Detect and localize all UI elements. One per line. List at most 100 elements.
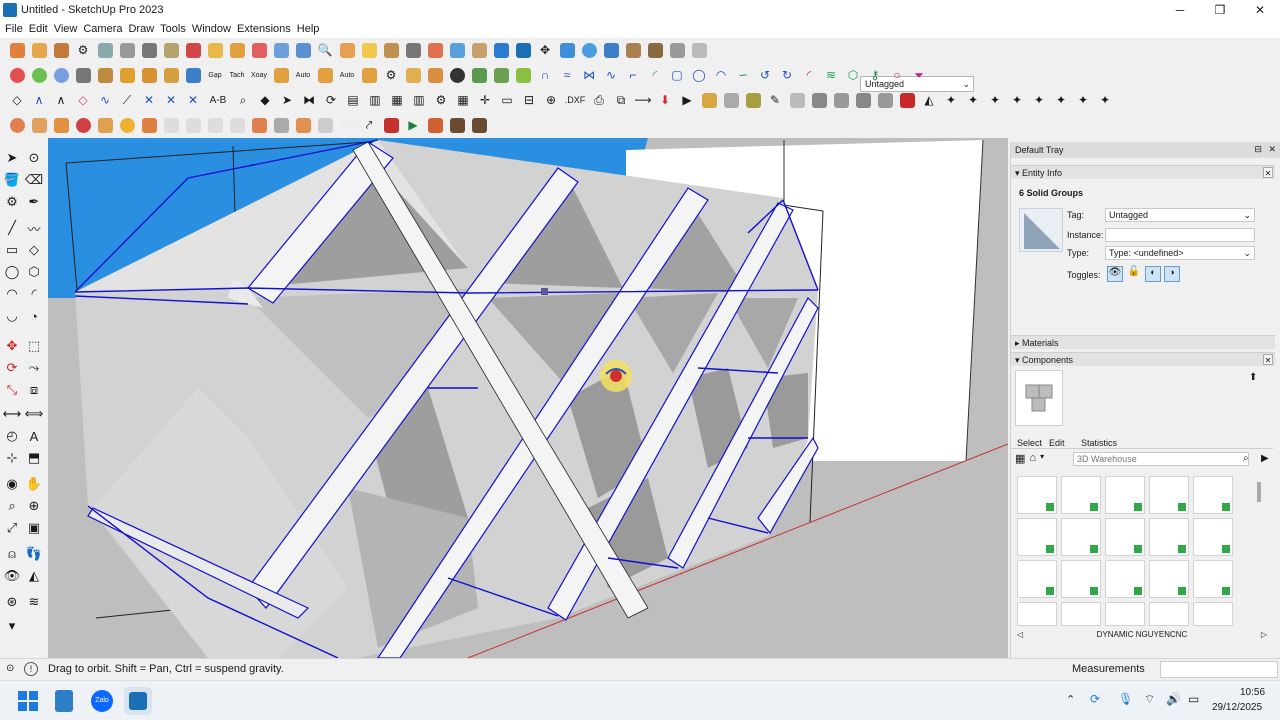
lock-toggle-icon[interactable]: 🔓 — [1126, 266, 1142, 282]
zigzag-icon[interactable]: ≈ — [557, 65, 577, 85]
auto-tool-icon[interactable]: Auto — [293, 65, 313, 85]
circle-left-icon[interactable]: ◯ — [2, 262, 22, 282]
target-icon[interactable]: ⊕ — [541, 90, 561, 110]
arc-left-icon[interactable]: ◠ — [2, 284, 22, 304]
ring-icon[interactable] — [7, 65, 27, 85]
slab-icon[interactable] — [425, 115, 445, 135]
zalo-icon[interactable]: Zalo — [88, 687, 116, 715]
orbit-left-icon[interactable]: ◉ — [2, 474, 22, 494]
box-gray-icon[interactable] — [721, 90, 741, 110]
cog-icon[interactable]: ⚙ — [431, 90, 451, 110]
arc-2-left-icon[interactable]: ◜ — [24, 284, 44, 304]
sphere-icon[interactable] — [579, 40, 599, 60]
component-thumbnail[interactable] — [1061, 560, 1101, 598]
box-olive-icon[interactable] — [743, 90, 763, 110]
cross-3-icon[interactable]: ✕ — [183, 90, 203, 110]
freehand-icon[interactable]: 〰 — [24, 218, 44, 238]
loop-2-icon[interactable]: ↻ — [777, 65, 797, 85]
mirror-icon[interactable]: ◭ — [919, 90, 939, 110]
volume-icon[interactable]: 🔊 — [1166, 692, 1181, 706]
section-plane-icon[interactable]: ⬒ — [24, 448, 44, 468]
calculator-icon[interactable] — [50, 687, 78, 715]
follow-me-icon[interactable]: ⤳ — [24, 358, 44, 378]
curve-icon[interactable]: ∩ — [535, 65, 555, 85]
previous-view-icon[interactable]: ▣ — [24, 518, 44, 538]
auto-tool-2-icon[interactable]: Auto — [337, 65, 357, 85]
ab-tool-icon[interactable]: A-B — [205, 90, 231, 110]
weave-icon[interactable]: ⋈ — [579, 65, 599, 85]
blue-circle-icon[interactable] — [51, 65, 71, 85]
report-icon[interactable] — [381, 115, 401, 135]
components-header[interactable]: ▾ Components ✕ — [1011, 352, 1275, 366]
flag-icon[interactable]: ⏷ — [909, 65, 929, 85]
roof-line-2-icon[interactable]: ∧ — [51, 90, 71, 110]
cylinder-icon[interactable] — [601, 40, 621, 60]
table-grid-icon[interactable]: ▦ — [453, 90, 473, 110]
search-icon[interactable]: ⌕ — [1243, 453, 1249, 464]
ellipse-icon[interactable]: ○ — [887, 65, 907, 85]
zigzag-green-icon[interactable]: ≋ — [821, 65, 841, 85]
component-maker-icon[interactable]: ⊙ — [24, 148, 44, 168]
move-left-icon[interactable]: ✥ — [2, 336, 22, 356]
printer-icon[interactable]: ⎙ — [589, 90, 609, 110]
frame-icon[interactable] — [161, 65, 181, 85]
rotated-rect-icon[interactable]: ◇ — [24, 240, 44, 260]
forward-icon[interactable]: ▶ — [1261, 453, 1269, 464]
columns-icon[interactable]: ▥ — [409, 90, 429, 110]
tag-field[interactable]: Untagged ⌄ — [1105, 208, 1255, 222]
mount-icon[interactable] — [491, 65, 511, 85]
table-icon[interactable] — [447, 40, 467, 60]
hammer-icon[interactable] — [381, 40, 401, 60]
maximize-button[interactable]: ❐ — [1200, 0, 1240, 20]
wave-line-icon[interactable]: ∿ — [95, 90, 115, 110]
loop-icon[interactable]: ↺ — [755, 65, 775, 85]
prev-collection-icon[interactable]: ◁ — [1017, 628, 1023, 642]
scale-icon[interactable]: ⤡ — [2, 380, 22, 400]
slash-icon[interactable]: ⟋ — [117, 90, 137, 110]
minimize-button[interactable]: ─ — [1160, 0, 1200, 20]
sketchup-taskbar-icon[interactable] — [124, 687, 152, 715]
protractor-icon[interactable]: ◴ — [2, 426, 22, 446]
menu-tools[interactable]: Tools — [160, 23, 186, 35]
axes-icon[interactable]: ⊹ — [2, 448, 22, 468]
box-blue-icon[interactable] — [557, 40, 577, 60]
component-thumbnail[interactable] — [1017, 560, 1057, 598]
menu-file[interactable]: File — [5, 23, 23, 35]
u-tool-icon[interactable] — [403, 65, 423, 85]
ruler-2-icon[interactable] — [95, 115, 115, 135]
model-canvas[interactable] — [48, 138, 1008, 658]
zoom-left-icon[interactable]: ⌕ — [2, 496, 22, 516]
crosshair-icon[interactable]: ✛ — [475, 90, 495, 110]
mesh-icon[interactable] — [227, 115, 247, 135]
next-collection-icon[interactable]: ▷ — [1261, 628, 1267, 642]
wave-icon[interactable]: ∿ — [601, 65, 621, 85]
arc-icon[interactable]: ◜ — [645, 65, 665, 85]
tach-tool-icon[interactable]: Tach — [227, 65, 247, 85]
entity-info-header[interactable]: ▾ Entity Info ✕ — [1011, 165, 1275, 179]
search-icon[interactable]: 🔍 — [315, 40, 335, 60]
look-around-icon[interactable]: 👁 — [2, 566, 22, 586]
orbit-icon[interactable] — [271, 40, 291, 60]
pan-icon[interactable]: ✥ — [535, 40, 555, 60]
grid-orange-icon[interactable] — [315, 65, 335, 85]
pan-hand-icon[interactable]: ✋ — [24, 474, 44, 494]
component-thumbnail[interactable] — [1149, 476, 1189, 514]
knot-icon[interactable] — [7, 115, 27, 135]
green-circle-icon[interactable] — [29, 65, 49, 85]
tray-close-icon[interactable]: ✕ — [1268, 144, 1276, 155]
brush-3-icon[interactable] — [293, 115, 313, 135]
dot-red-5-icon[interactable]: ✦ — [1073, 90, 1093, 110]
tag-black-icon[interactable]: ◆ — [255, 90, 275, 110]
door-icon[interactable] — [645, 40, 665, 60]
dot-green-icon[interactable]: ✦ — [1007, 90, 1027, 110]
entity-info-close-icon[interactable]: ✕ — [1263, 167, 1273, 178]
door-blue-icon[interactable] — [183, 65, 203, 85]
home-icon[interactable]: ⌂ — [1029, 452, 1036, 465]
geo-location-icon[interactable]: ⊙ — [6, 663, 14, 674]
xoay-tool-icon[interactable]: Xoay — [249, 65, 269, 85]
sun-icon[interactable] — [117, 115, 137, 135]
menu-draw[interactable]: Draw — [128, 23, 154, 35]
select-tool-icon[interactable] — [7, 40, 27, 60]
component-thumbnail[interactable] — [1105, 602, 1145, 626]
more-tools-icon[interactable]: ▾ — [2, 616, 22, 636]
